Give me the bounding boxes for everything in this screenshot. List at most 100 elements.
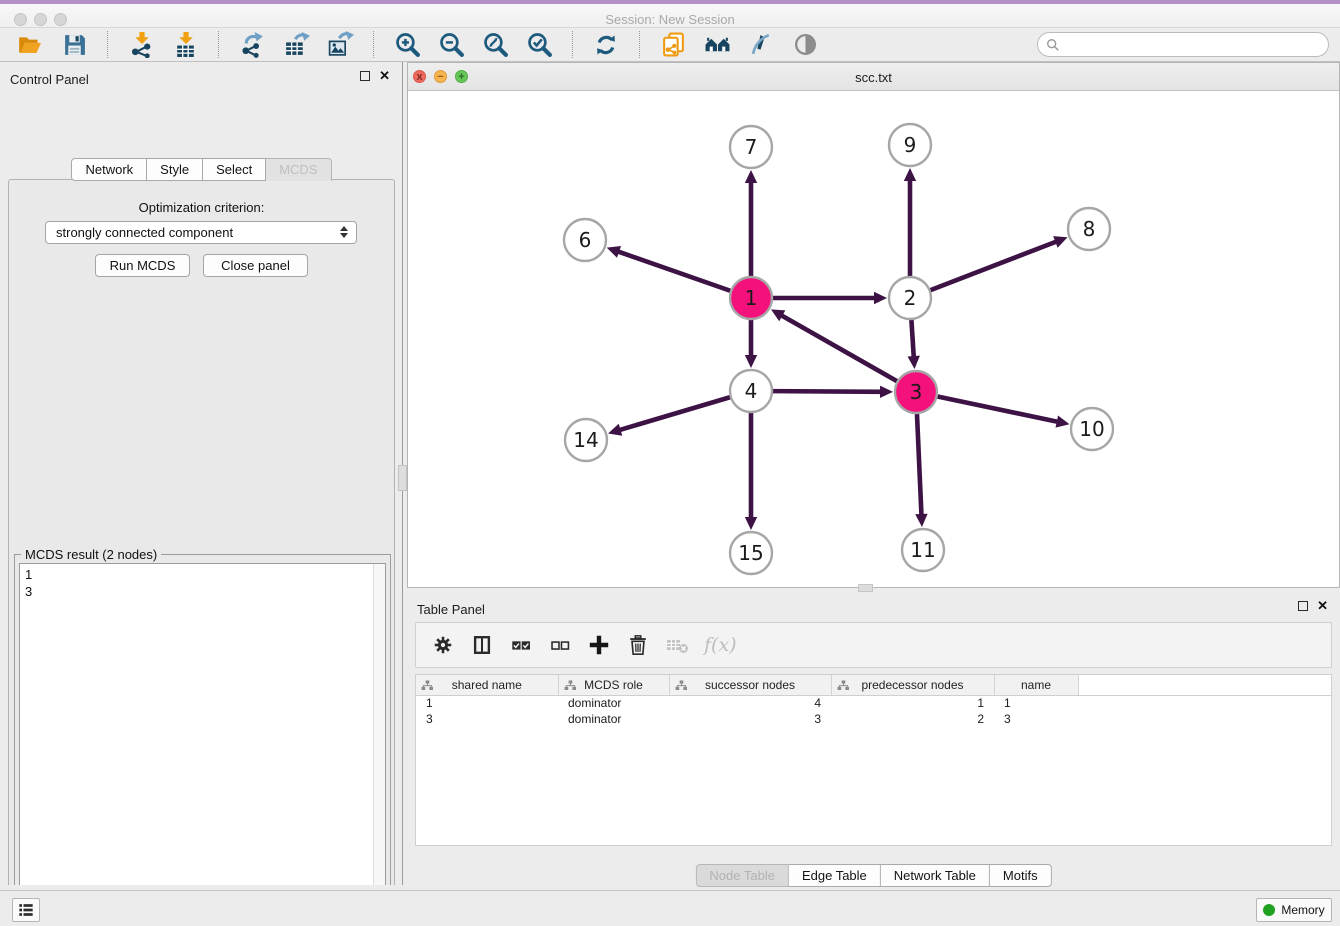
zoom-out-icon[interactable] [437,31,465,59]
graph-edge-4-3[interactable] [773,391,882,392]
mcds-result-group: MCDS result (2 nodes) 1 3 [14,554,391,926]
network-view-window: x − + scc.txt 7968124314101511 [407,62,1340,588]
graph-node-label-15: 15 [738,541,763,565]
export-table-icon[interactable] [282,31,310,59]
mcds-result-title: MCDS result (2 nodes) [21,547,161,562]
tab-select[interactable]: Select [203,158,266,181]
export-network-icon[interactable] [238,31,266,59]
list-icon [16,900,36,920]
toolbar-separator [639,31,640,58]
graph-node-label-7: 7 [745,135,758,159]
control-panel-tabs: Network Style Select MCDS [0,158,403,181]
tab-mcds[interactable]: MCDS [266,158,331,181]
zoom-selected-icon[interactable] [525,31,553,59]
dropdown-stepper-icon [340,226,348,238]
node-table-body: 1dominator4113dominator323 [416,695,1332,727]
function-builder-icon[interactable]: f(x) [704,634,737,656]
dropdown-value: strongly connected component [56,225,233,240]
show-details-eye-icon[interactable] [791,31,819,59]
tab-network-table[interactable]: Network Table [881,864,990,887]
graph-node-label-8: 8 [1083,217,1096,241]
graph-edge-3-11[interactable] [917,414,922,516]
window-title: Session: New Session [0,12,1340,27]
table-panel: Table Panel ✕ [407,592,1340,890]
float-table-panel-icon[interactable] [1298,601,1308,611]
status-bar: Memory [0,890,1340,926]
memory-label: Memory [1281,903,1324,917]
duplicate-network-icon[interactable] [659,31,687,59]
unselect-all-icon[interactable] [545,630,575,660]
columns-icon[interactable] [467,630,497,660]
float-panel-icon[interactable] [360,71,370,81]
delete-table-icon[interactable] [662,630,692,660]
graph-edge-arrowhead [745,355,757,368]
close-panel-button[interactable]: Close panel [203,254,308,277]
toolbar-separator [373,31,374,58]
export-image-icon[interactable] [326,31,354,59]
node-table[interactable]: shared nameMCDS rolesuccessor nodesprede… [415,674,1332,846]
graph-edge-2-3[interactable] [911,320,913,358]
graph-edge-arrowhead [880,386,893,398]
zoom-fit-icon[interactable] [481,31,509,59]
tab-node-table[interactable]: Node Table [695,864,789,887]
application-window: Session: New Session [0,0,1340,926]
vertical-splitter-handle[interactable] [398,465,407,491]
table-row[interactable]: 1dominator411 [416,695,1332,711]
search-box[interactable] [1037,32,1329,57]
tab-style[interactable]: Style [147,158,203,181]
column-header-MCDS-role[interactable]: MCDS role [558,675,669,695]
refresh-icon[interactable] [592,31,620,59]
column-header-successor-nodes[interactable]: successor nodes [669,675,831,695]
import-network-icon[interactable] [127,31,155,59]
graph-edge-arrowhead [607,246,621,258]
select-all-icon[interactable] [506,630,536,660]
hide-annotations-icon[interactable] [747,31,775,59]
graph-edge-arrowhead [745,517,757,530]
home-icon[interactable] [703,31,731,59]
table-tabs: Node Table Edge Table Network Table Moti… [695,864,1051,887]
network-window-titlebar[interactable]: x − + scc.txt [408,63,1339,91]
graph-edge-arrowhead [874,292,887,304]
tab-edge-table[interactable]: Edge Table [789,864,881,887]
optimization-criterion-dropdown[interactable]: strongly connected component [45,221,357,244]
tab-network[interactable]: Network [71,158,147,181]
network-graph: 7968124314101511 [408,91,1339,587]
delete-row-trash-icon[interactable] [623,630,653,660]
memory-button[interactable]: Memory [1256,898,1332,922]
zoom-in-icon[interactable] [393,31,421,59]
search-icon [1046,38,1060,52]
graph-edge-3-1[interactable] [781,315,897,381]
graph-edge-4-14[interactable] [619,397,730,430]
column-header-shared-name[interactable]: shared name [416,675,558,695]
graph-edge-1-6[interactable] [617,251,730,291]
control-panel-title: Control Panel [10,72,89,87]
graph-edge-3-10[interactable] [938,397,1059,422]
gear-icon[interactable] [428,630,458,660]
close-panel-icon[interactable]: ✕ [379,71,390,81]
add-row-icon[interactable] [584,630,614,660]
graph-edge-arrowhead [1055,416,1069,428]
table-row[interactable]: 3dominator323 [416,711,1332,727]
result-scrollbar[interactable] [373,564,385,926]
graph-edge-arrowhead [908,356,920,369]
graph-node-label-1: 1 [745,286,758,310]
titlebar: Session: New Session [0,4,1340,28]
open-session-icon[interactable] [16,31,44,59]
close-table-panel-icon[interactable]: ✕ [1317,601,1328,611]
graph-edge-2-8[interactable] [931,241,1058,290]
toolbar-separator [572,31,573,58]
network-canvas[interactable]: 7968124314101511 [408,91,1339,587]
search-input[interactable] [1065,37,1315,52]
horizontal-splitter-handle[interactable] [858,584,873,592]
table-panel-header: Table Panel ✕ [407,592,1340,624]
graph-edge-arrowhead [904,168,916,181]
mcds-result-text: 1 3 [25,566,32,600]
import-table-icon[interactable] [171,31,199,59]
task-history-button[interactable] [12,898,40,922]
mcds-result-box[interactable]: 1 3 [19,563,386,926]
tab-motifs[interactable]: Motifs [990,864,1052,887]
save-session-icon[interactable] [60,31,88,59]
column-header-name[interactable]: name [994,675,1078,695]
run-mcds-button[interactable]: Run MCDS [95,254,190,277]
column-header-predecessor-nodes[interactable]: predecessor nodes [831,675,994,695]
